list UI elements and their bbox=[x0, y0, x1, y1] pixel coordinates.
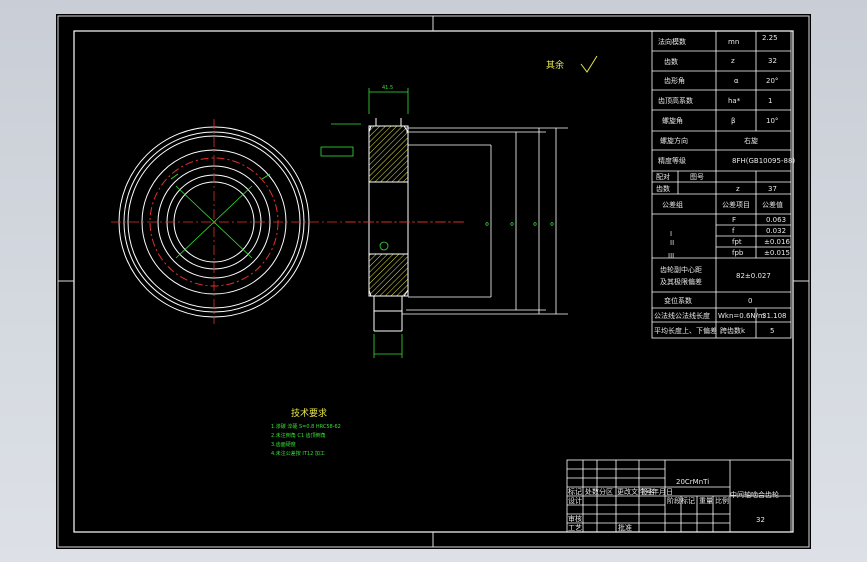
group-value: 0.063 bbox=[766, 216, 786, 224]
param-label: 精度等级 bbox=[658, 156, 686, 165]
section-dims bbox=[402, 127, 568, 315]
drawing-svg: 41.5 Φ Φ Φ Φ 其余 技术要求 1.渗碳 淬硬 S=0.8 HRC58… bbox=[57, 15, 810, 548]
param-value: 右旋 bbox=[744, 136, 758, 145]
tb-label: 处数 bbox=[585, 487, 599, 496]
d2-label: Φ bbox=[533, 222, 537, 228]
tb-scale: 比例 bbox=[715, 496, 729, 505]
param-value: 2.25 bbox=[762, 34, 778, 42]
span-k-label: 跨齿数k bbox=[720, 326, 746, 335]
tb-label: 年月日 bbox=[652, 487, 673, 496]
param-label: 齿数 bbox=[664, 57, 678, 66]
group-name: II bbox=[670, 239, 674, 247]
tech-title: 技术要求 bbox=[291, 407, 327, 419]
shift-value: 0 bbox=[748, 297, 752, 305]
param-label: 法向模数 bbox=[658, 37, 686, 46]
param-value: 32 bbox=[768, 57, 777, 65]
param-label: 齿顶高系数 bbox=[658, 96, 693, 105]
group-item: f bbox=[732, 227, 735, 235]
od-label: Φ bbox=[550, 222, 554, 228]
param-symbol: ha* bbox=[728, 97, 741, 105]
center-value: 82±0.027 bbox=[736, 272, 771, 280]
param-value: 20° bbox=[766, 77, 778, 85]
tb-stage: 阶段标记 bbox=[667, 496, 695, 505]
pair-label: 配对 bbox=[656, 172, 670, 181]
tech-line-3: 3.齿面硬度 bbox=[271, 441, 296, 448]
inner-dia-label: Φ bbox=[485, 222, 489, 228]
group-name: III bbox=[668, 252, 674, 260]
gear-section-view bbox=[346, 118, 466, 332]
pair-teeth-label: 齿数 bbox=[656, 184, 670, 193]
pair-teeth: 37 bbox=[768, 185, 777, 193]
drawing-canvas: 41.5 Φ Φ Φ Φ 其余 技术要求 1.渗碳 淬硬 S=0.8 HRC58… bbox=[56, 14, 811, 549]
param-value: 1 bbox=[768, 97, 772, 105]
group-item: fpt bbox=[732, 238, 742, 246]
group-name: I bbox=[670, 230, 672, 238]
span-formula: Wkn=0.6N/m bbox=[718, 312, 765, 320]
top-width-label: 41.5 bbox=[382, 85, 393, 91]
tb-role: 工艺 bbox=[568, 524, 582, 532]
param-symbol: mn bbox=[728, 38, 739, 46]
pair-drawing: 图号 bbox=[690, 173, 704, 181]
param-label: 螺旋角 bbox=[662, 116, 683, 125]
drawing-code: 32 bbox=[756, 516, 765, 524]
item-header: 公差项目 bbox=[722, 200, 750, 209]
param-value: 8FH(GB10095-88) bbox=[732, 157, 795, 165]
tb-label: 分区 bbox=[599, 487, 613, 496]
group-item: F bbox=[732, 216, 736, 224]
span-label: 公法线公法线长度 bbox=[654, 311, 710, 320]
tech-line-4: 4.未注公差按 IT12 加工 bbox=[271, 450, 325, 457]
group-value: 0.032 bbox=[766, 227, 786, 235]
roughness-symbol bbox=[580, 55, 598, 73]
viewer-background: 41.5 Φ Φ Φ Φ 其余 技术要求 1.渗碳 淬硬 S=0.8 HRC58… bbox=[0, 0, 867, 562]
part-name: 中间轴啮合齿轮 bbox=[730, 490, 779, 499]
tech-line-2: 2.未注倒角 C1 齿顶倒角 bbox=[271, 432, 326, 439]
material: 20CrMnTi bbox=[676, 478, 709, 486]
tb-role: 审核 bbox=[568, 514, 582, 523]
param-symbol: β bbox=[731, 117, 735, 125]
param-label: 螺旋方向 bbox=[660, 136, 688, 145]
param-table-text: 法向模数 mn 2.25 齿数 z 32 齿形角 α 20° 齿顶高系数 ha*… bbox=[654, 34, 795, 335]
span-dev-label: 平均长度上、下偏差 bbox=[654, 326, 717, 335]
value-header: 公差值 bbox=[762, 200, 783, 209]
tb-role: 批准 bbox=[618, 523, 632, 532]
centerlines bbox=[111, 119, 464, 324]
span-k-value: 5 bbox=[770, 327, 774, 335]
param-symbol: α bbox=[734, 77, 739, 85]
param-label: 齿形角 bbox=[664, 76, 685, 85]
span-value: 31.108 bbox=[762, 312, 787, 320]
group-header: 公差组 bbox=[662, 200, 683, 209]
surface-note: 其余 bbox=[546, 59, 564, 71]
group-value: ±0.015 bbox=[764, 249, 790, 257]
center-label: 齿轮副中心距 bbox=[660, 265, 702, 274]
tb-role: 设计 bbox=[568, 496, 582, 505]
tech-line-1: 1.渗碳 淬硬 S=0.8 HRC58-62 bbox=[271, 423, 341, 430]
param-value: 10° bbox=[766, 117, 778, 125]
center-label-2: 及其极限偏差 bbox=[660, 277, 702, 286]
param-symbol: z bbox=[731, 57, 735, 65]
pair-z: z bbox=[736, 185, 740, 193]
tb-label: 标记 bbox=[568, 487, 582, 496]
group-value: ±0.016 bbox=[764, 238, 790, 246]
d1-label: Φ bbox=[510, 222, 514, 228]
shift-label: 变位系数 bbox=[664, 296, 692, 305]
tb-weight: 重量 bbox=[699, 497, 713, 505]
group-item: fpb bbox=[732, 249, 744, 257]
